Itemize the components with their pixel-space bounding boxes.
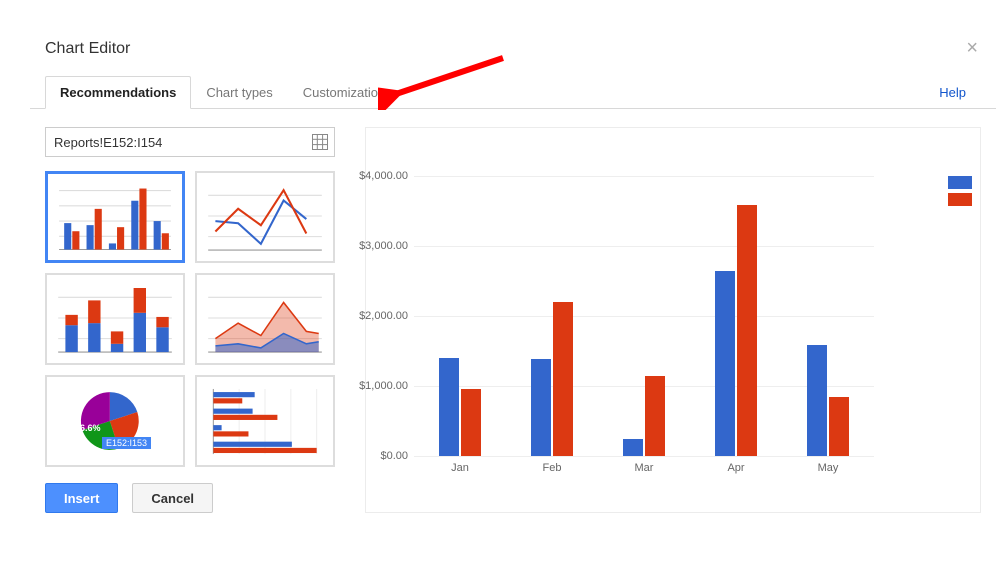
pie-callout-label: E152:I153 <box>102 437 151 449</box>
close-icon[interactable]: × <box>966 37 978 60</box>
x-axis-label: Apr <box>727 462 744 474</box>
bar <box>645 376 665 457</box>
x-axis-label: Jan <box>451 462 469 474</box>
tab-customization[interactable]: Customization <box>288 76 400 108</box>
x-axis-label: Mar <box>635 462 654 474</box>
bar <box>439 358 459 456</box>
grid-line <box>414 386 874 387</box>
recommendation-thumbnails: 36.6% E152:I153 <box>45 171 335 467</box>
tab-row: Recommendations Chart types Customizatio… <box>30 76 996 109</box>
grid-line <box>414 316 874 317</box>
thumb-grouped-bar[interactable] <box>45 171 185 263</box>
grid-line <box>414 246 874 247</box>
thumb-area[interactable] <box>195 273 335 365</box>
bar <box>715 271 735 456</box>
y-axis-label: $3,000.00 <box>359 240 408 252</box>
range-input-container <box>45 127 335 157</box>
x-axis-label: Feb <box>543 462 562 474</box>
x-axis-label: May <box>818 462 839 474</box>
left-column: 36.6% E152:I153 Insert <box>45 127 335 513</box>
grid-line <box>414 456 874 457</box>
bar <box>461 389 481 456</box>
button-row: Insert Cancel <box>45 483 335 513</box>
grid-selector-icon[interactable] <box>312 134 328 150</box>
chart-preview: $0.00$1,000.00$2,000.00$3,000.00$4,000.0… <box>365 127 981 513</box>
plot-area: $0.00$1,000.00$2,000.00$3,000.00$4,000.0… <box>414 176 874 456</box>
bar <box>829 397 849 457</box>
y-axis-label: $0.00 <box>380 450 408 462</box>
y-axis-label: $1,000.00 <box>359 380 408 392</box>
range-input[interactable] <box>46 135 312 150</box>
bar <box>737 205 757 456</box>
bar <box>623 439 643 456</box>
thumb-pie[interactable]: 36.6% E152:I153 <box>45 375 185 467</box>
pie-percent-label: 36.6% <box>75 423 101 433</box>
help-link[interactable]: Help <box>939 77 966 108</box>
y-axis-label: $4,000.00 <box>359 170 408 182</box>
cancel-button[interactable]: Cancel <box>132 483 213 513</box>
bar <box>807 345 827 456</box>
thumb-line[interactable] <box>195 171 335 263</box>
chart-editor-dialog: × Chart Editor Recommendations Chart typ… <box>30 15 996 565</box>
dialog-title: Chart Editor <box>30 15 996 76</box>
insert-button[interactable]: Insert <box>45 483 118 513</box>
thumb-stacked-bar[interactable] <box>45 273 185 365</box>
content-area: 36.6% E152:I153 Insert <box>30 109 996 523</box>
thumb-horizontal-bar[interactable] <box>195 375 335 467</box>
tab-recommendations[interactable]: Recommendations <box>45 76 191 109</box>
bar <box>553 302 573 456</box>
bar <box>531 359 551 456</box>
tab-chart-types[interactable]: Chart types <box>191 76 287 108</box>
chart-area: $0.00$1,000.00$2,000.00$3,000.00$4,000.0… <box>378 140 968 500</box>
grid-line <box>414 176 874 177</box>
y-axis-label: $2,000.00 <box>359 310 408 322</box>
